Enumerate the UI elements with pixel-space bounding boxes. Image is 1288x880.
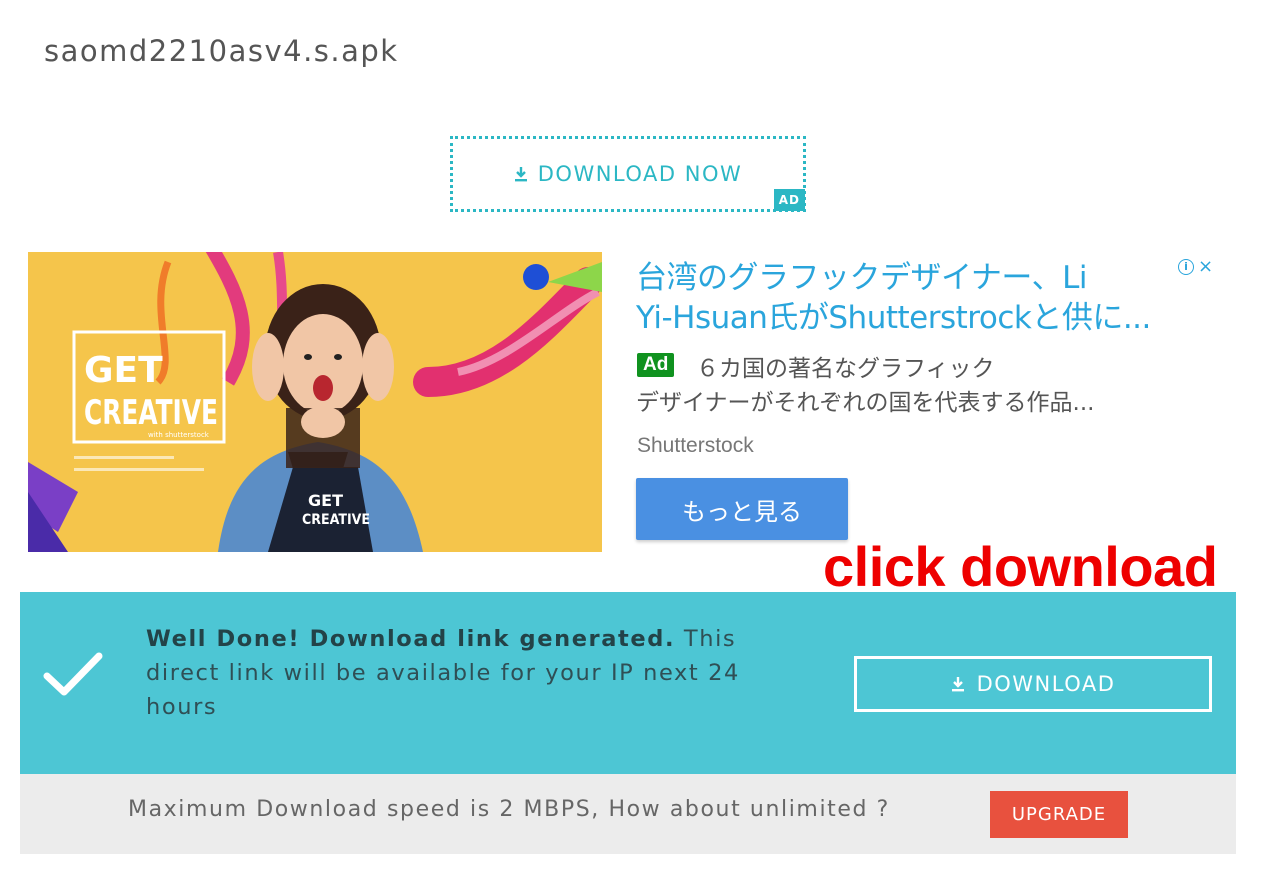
success-message: Well Done! Download link generated. This…: [146, 622, 806, 724]
ad-image-sub: with shutterstock: [148, 431, 210, 439]
annotation-text: click download: [823, 535, 1218, 598]
success-panel: Well Done! Download link generated. This…: [20, 592, 1236, 774]
ad-image-shirt2: CREATIVE: [302, 512, 370, 528]
ad-title-line1: 台湾のグラフックデザイナー、Li: [636, 260, 1087, 296]
ad-image-headline2: CREATIVE: [84, 393, 218, 433]
download-button-label: DOWNLOAD: [976, 672, 1116, 696]
file-name: saomd2210asv4.s.apk: [44, 34, 399, 68]
download-icon: [951, 677, 964, 692]
success-message-bold: Well Done! Download link generated.: [146, 626, 676, 652]
download-now-label: DOWNLOAD NOW: [537, 162, 743, 186]
ad-description: ６カ国の著名なグラフィック デザイナーがそれぞれの国を代表する作品...: [636, 352, 1216, 420]
ad-title[interactable]: 台湾のグラフックデザイナー、Li Yi-Hsuan氏がShutterstrock…: [636, 258, 1206, 338]
upgrade-text: Maximum Download speed is 2 MBPS, How ab…: [128, 797, 890, 822]
download-now-ad-button[interactable]: DOWNLOAD NOW AD: [450, 136, 806, 212]
ad-image-shirt1: GET: [308, 491, 343, 510]
ad-title-line2: Yi-Hsuan氏がShutterstrockと供に...: [636, 300, 1151, 336]
checkmark-icon: [43, 652, 103, 696]
close-icon[interactable]: ×: [1198, 256, 1213, 277]
upgrade-button[interactable]: UPGRADE: [990, 791, 1128, 838]
ad-cta-button[interactable]: もっと見る: [636, 478, 848, 540]
download-button[interactable]: DOWNLOAD: [854, 656, 1212, 712]
download-icon: [514, 167, 527, 182]
info-icon[interactable]: i: [1178, 258, 1194, 275]
ad-badge: Ad: [637, 353, 675, 377]
upgrade-bar: Maximum Download speed is 2 MBPS, How ab…: [20, 774, 1236, 854]
ad-advertiser: Shutterstock: [637, 434, 754, 457]
ad-image-headline1: GET: [84, 350, 163, 391]
ad-image[interactable]: GET CREATIVE with shutterstock GET CREAT…: [28, 252, 602, 552]
ad-desc-line1: ６カ国の著名なグラフィック: [696, 356, 995, 382]
ad-choices[interactable]: i ×: [1178, 256, 1213, 277]
ad-desc-line2: デザイナーがそれぞれの国を代表する作品...: [636, 390, 1095, 416]
ad-tag: AD: [773, 189, 805, 211]
